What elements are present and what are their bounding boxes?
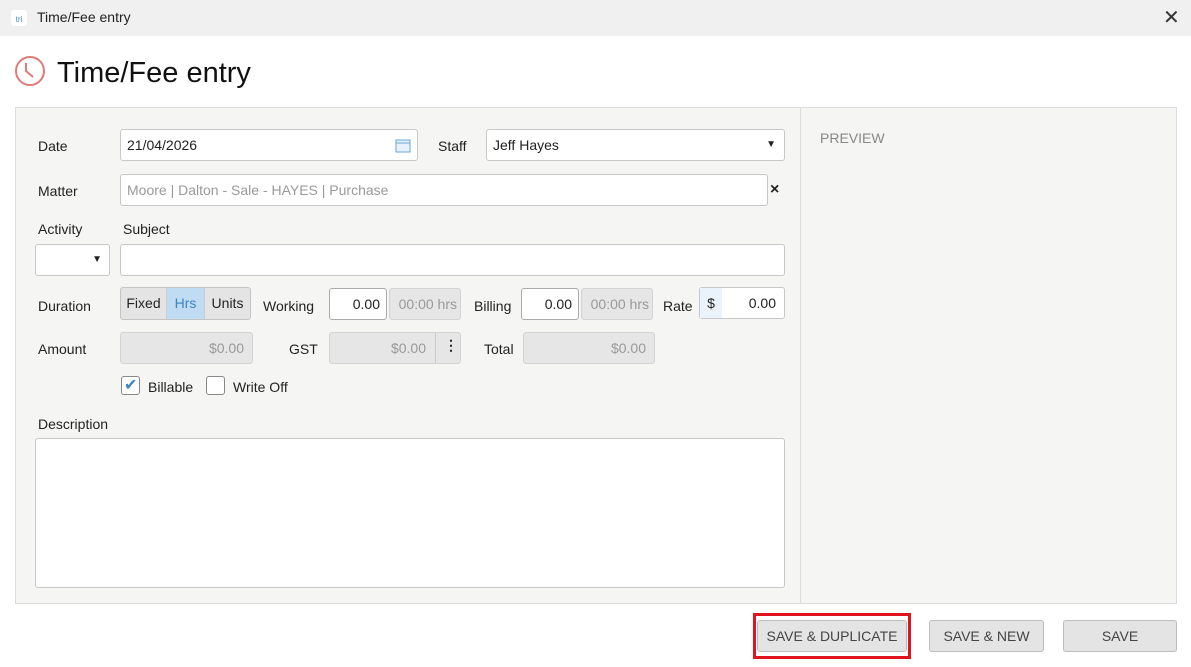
working-input[interactable]: 0.00 (329, 288, 387, 320)
description-label: Description (38, 416, 109, 432)
working-label: Working (263, 298, 315, 314)
billable-label: Billable (148, 379, 194, 395)
rate-value: 0.00 (748, 295, 776, 311)
currency-symbol: $ (700, 288, 722, 318)
window-title: Time/Fee entry (37, 9, 131, 25)
duration-hrs[interactable]: Hrs (167, 288, 205, 319)
check-icon: ✔ (124, 377, 138, 394)
page-title: Time/Fee entry (57, 57, 251, 89)
amount-label: Amount (38, 341, 87, 357)
chevron-down-icon: ▼ (766, 139, 776, 150)
rate-input[interactable]: $ 0.00 (699, 287, 785, 319)
title-bar: tri Time/Fee entry ✕ (0, 0, 1191, 36)
gst-label: GST (289, 341, 318, 357)
activity-label: Activity (38, 221, 83, 237)
staff-value: Jeff Hayes (493, 137, 559, 153)
save-button[interactable]: SAVE (1063, 620, 1177, 652)
total-label: Total (484, 341, 514, 357)
matter-label: Matter (38, 183, 78, 199)
divider (800, 108, 801, 603)
date-input[interactable]: 21/04/2026 (120, 129, 418, 161)
description-textarea[interactable] (35, 438, 785, 588)
date-value: 21/04/2026 (127, 137, 198, 153)
gst-field: $0.00 (329, 332, 461, 364)
save-duplicate-button[interactable]: SAVE & DUPLICATE (757, 620, 907, 652)
rate-label: Rate (663, 298, 693, 314)
total-field: $0.00 (523, 332, 655, 364)
billing-label: Billing (474, 298, 512, 314)
clear-matter-icon[interactable]: × (770, 181, 779, 199)
subject-label: Subject (123, 221, 170, 237)
matter-input[interactable]: Moore | Dalton - Sale - HAYES | Purchase (120, 174, 768, 206)
staff-select[interactable]: Jeff Hayes ▼ (486, 129, 785, 161)
save-new-button[interactable]: SAVE & NEW (929, 620, 1044, 652)
duration-units[interactable]: Units (205, 288, 250, 319)
clock-icon (15, 56, 45, 86)
writeoff-label: Write Off (233, 379, 288, 395)
chevron-down-icon: ▼ (92, 254, 102, 265)
preview-label: PREVIEW (820, 130, 885, 146)
writeoff-checkbox[interactable] (206, 376, 225, 395)
calendar-icon[interactable] (395, 137, 411, 153)
date-label: Date (38, 138, 68, 154)
svg-text:tri: tri (16, 15, 23, 24)
more-options-icon[interactable]: ⋮ (444, 337, 458, 354)
app-logo-icon: tri (11, 10, 27, 26)
close-icon[interactable]: ✕ (1163, 5, 1180, 30)
staff-label: Staff (438, 138, 467, 154)
billing-hrs: 00:00 hrs (581, 288, 653, 320)
duration-label: Duration (38, 298, 91, 314)
subject-input[interactable] (120, 244, 785, 276)
working-hrs: 00:00 hrs (389, 288, 461, 320)
matter-value: Moore | Dalton - Sale - HAYES | Purchase (127, 182, 389, 198)
amount-field: $0.00 (120, 332, 253, 364)
activity-select[interactable]: ▼ (35, 244, 110, 276)
duration-toggle: Fixed Hrs Units (120, 287, 251, 320)
duration-fixed[interactable]: Fixed (121, 288, 167, 319)
billable-checkbox[interactable]: ✔ (121, 376, 140, 395)
divider (435, 333, 436, 363)
billing-input[interactable]: 0.00 (521, 288, 579, 320)
